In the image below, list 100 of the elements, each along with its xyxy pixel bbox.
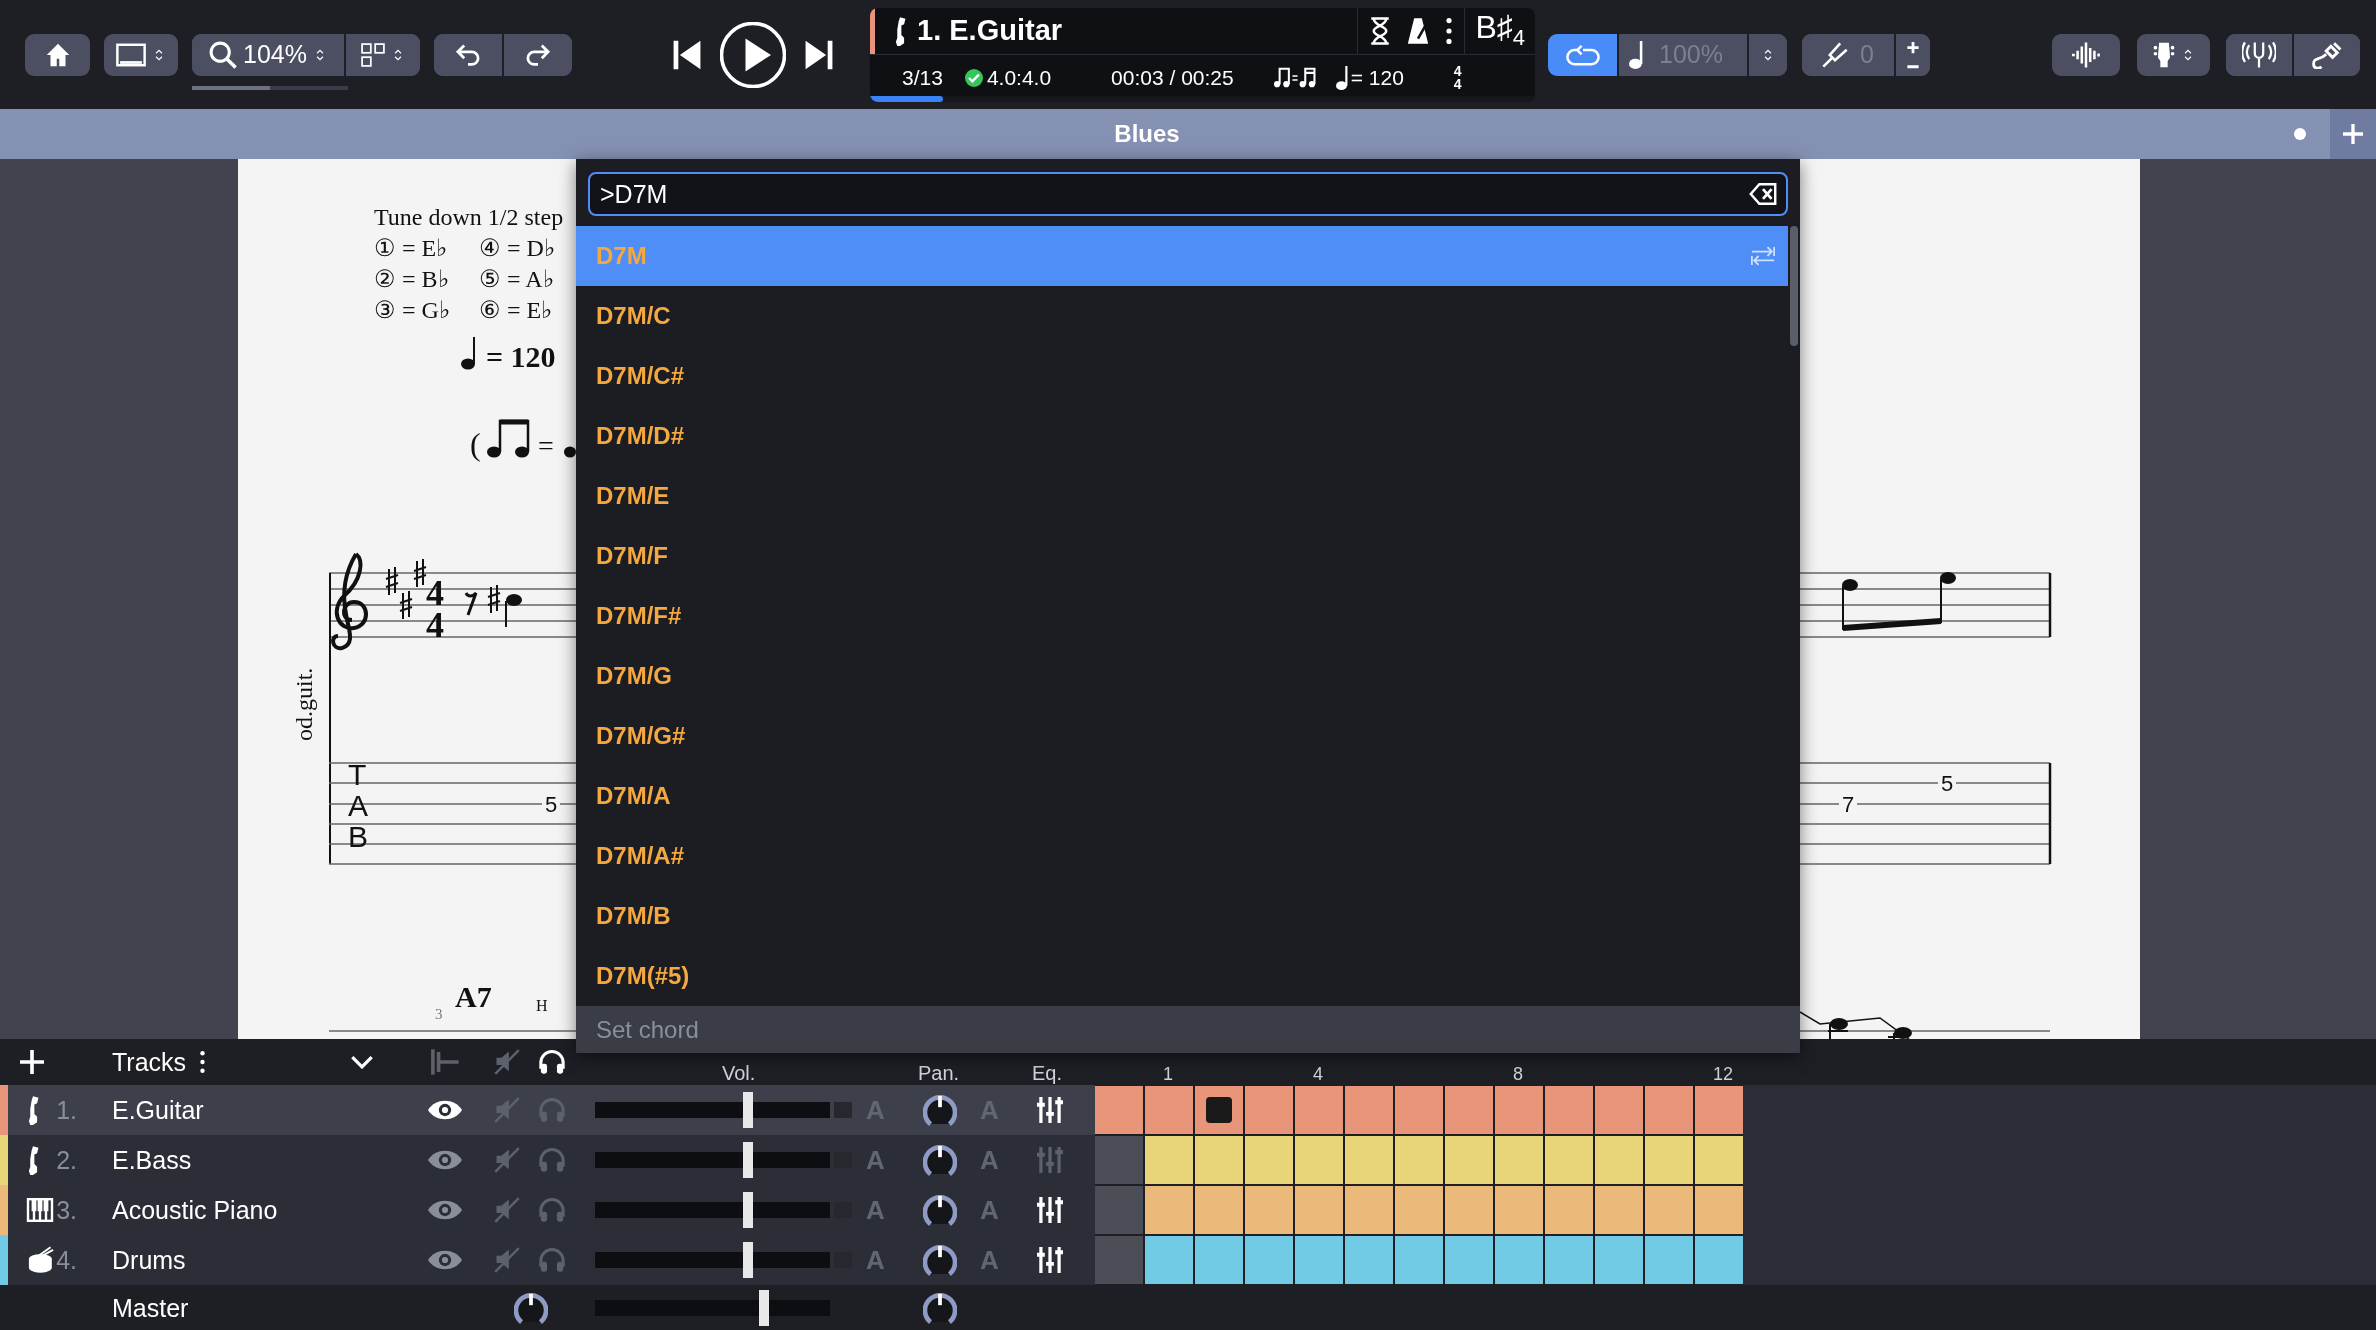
track-name: E.Guitar (112, 1095, 204, 1125)
master-knob (514, 1291, 548, 1324)
string-tuning: ③ = G♭ (374, 297, 450, 323)
automation-label: A (866, 1244, 885, 1276)
equalizer-icon (1037, 1097, 1063, 1123)
chord-option[interactable]: D7M/C# (576, 346, 1788, 406)
grid-icon (361, 42, 385, 67)
eighth-rest (464, 591, 478, 616)
chord-name: A7 (455, 980, 492, 1013)
key-signature (385, 558, 427, 620)
column-header: Eq. (1032, 1062, 1063, 1085)
check-icon (964, 69, 983, 87)
chord-option[interactable]: D7M/A# (576, 826, 1788, 886)
view-mode-button[interactable] (104, 33, 178, 76)
quarter-note-icon (1629, 40, 1643, 69)
chord-option[interactable]: D7M/D# (576, 406, 1788, 466)
column-header: Vol. (722, 1062, 756, 1085)
beat-position: 4.0:4.0 (986, 66, 1052, 90)
next-button[interactable] (804, 38, 834, 71)
piano-icon (26, 1198, 54, 1222)
more-icon (200, 1051, 205, 1073)
play-button[interactable] (720, 21, 786, 88)
quarter-note-icon (1335, 66, 1348, 90)
level-meter (834, 1102, 852, 1118)
track-route-icon (430, 1047, 460, 1077)
column-header: Pan. (918, 1062, 960, 1085)
tab-clef: A (348, 789, 368, 822)
hourglass-icon (1370, 16, 1391, 45)
equalizer-icon (1037, 1147, 1063, 1173)
add-track-button[interactable] (20, 1050, 44, 1074)
playback-time: 00:03 / 00:25 (1111, 66, 1234, 90)
headphones-icon (539, 1097, 565, 1123)
loop-icon (1565, 43, 1600, 66)
measure-number: 3 (435, 1006, 443, 1022)
chord-option[interactable]: D7M/F (576, 526, 1788, 586)
track-name: Acoustic Piano (112, 1195, 278, 1225)
track-name: E.Bass (112, 1145, 192, 1175)
chord-option[interactable]: D7M/C (576, 286, 1788, 346)
add-tab-button[interactable] (2330, 109, 2376, 159)
chord-option[interactable]: D7M/A (576, 766, 1788, 826)
chord-option[interactable]: D7M/G# (576, 706, 1788, 766)
track-row[interactable]: 2. E.Bass A A (0, 1135, 1095, 1185)
home-button[interactable] (25, 33, 90, 76)
screen-icon (116, 41, 146, 68)
pan-knob (923, 1291, 957, 1324)
search-icon (209, 40, 237, 69)
track-color-strip (870, 7, 875, 54)
string-tuning: ⑥ = E♭ (479, 297, 553, 323)
automation-label: A (980, 1144, 999, 1176)
chord-option[interactable]: D7M(#5) (576, 946, 1788, 1006)
drum-icon (26, 1246, 56, 1274)
bar-block[interactable] (1195, 1086, 1243, 1134)
track-number: 2. (55, 1145, 77, 1175)
track-title: 1. E.Guitar (917, 14, 1063, 47)
tracks-menu-button[interactable] (200, 1051, 205, 1073)
collapse-button[interactable] (350, 1055, 374, 1069)
eye-icon (428, 1150, 462, 1170)
track-row[interactable]: 3. Acoustic Piano A A (0, 1185, 1095, 1235)
chord-option[interactable]: D7M/E (576, 466, 1788, 526)
string-tuning: ① = E♭ (374, 235, 448, 261)
skip-back-icon (672, 38, 702, 71)
zoom-slider[interactable] (192, 85, 348, 90)
instrument-button[interactable] (2137, 33, 2210, 76)
tuning-fork-icon (1822, 41, 1849, 68)
metronome-icon (1406, 16, 1431, 45)
cable-icon (2312, 40, 2342, 69)
automation-label: A (980, 1194, 999, 1226)
loop-button[interactable] (1548, 33, 1617, 76)
tracks-heading: Tracks (112, 1047, 187, 1077)
chord-search-field[interactable]: >D7M (588, 172, 1788, 216)
previous-button[interactable] (672, 38, 702, 71)
redo-icon (524, 42, 552, 67)
key-signature: B♯$_{4}$ (1474, 9, 1526, 52)
chord-option[interactable]: D7M/F# (576, 586, 1788, 646)
more-icon (1446, 17, 1453, 44)
chord-option[interactable]: D7M/B (576, 886, 1788, 946)
mute-icon (494, 1197, 520, 1223)
track-name: Drums (112, 1245, 186, 1275)
plus-minus-icon (1905, 40, 1921, 69)
headphones-icon (539, 1147, 565, 1173)
bar-counter: 3/13 (902, 66, 943, 90)
pan-knob (923, 1194, 957, 1226)
scrollbar[interactable] (1790, 226, 1798, 346)
technique-mark: H (536, 997, 548, 1014)
tuning-fork-icon (2242, 40, 2276, 69)
pan-knob (923, 1094, 957, 1126)
chord-option[interactable]: D7M/G (576, 646, 1788, 706)
bar-number: 1 (1163, 1064, 1173, 1085)
bar-number: 8 (1513, 1064, 1523, 1085)
automation-label: A (980, 1244, 999, 1276)
swing-bracket: ( (470, 426, 481, 462)
headphones-icon (539, 1049, 565, 1075)
waveform-button[interactable] (2052, 33, 2120, 76)
string-tuning: ② = B♭ (374, 266, 449, 292)
guitar-icon (893, 15, 907, 46)
headphones-icon (539, 1247, 565, 1273)
time-signature: 4 4 (1453, 65, 1462, 91)
string-tuning: ④ = D♭ (479, 235, 555, 261)
track-row[interactable]: 4. Drums A A (0, 1235, 1095, 1285)
tab-clef: B (348, 820, 368, 853)
